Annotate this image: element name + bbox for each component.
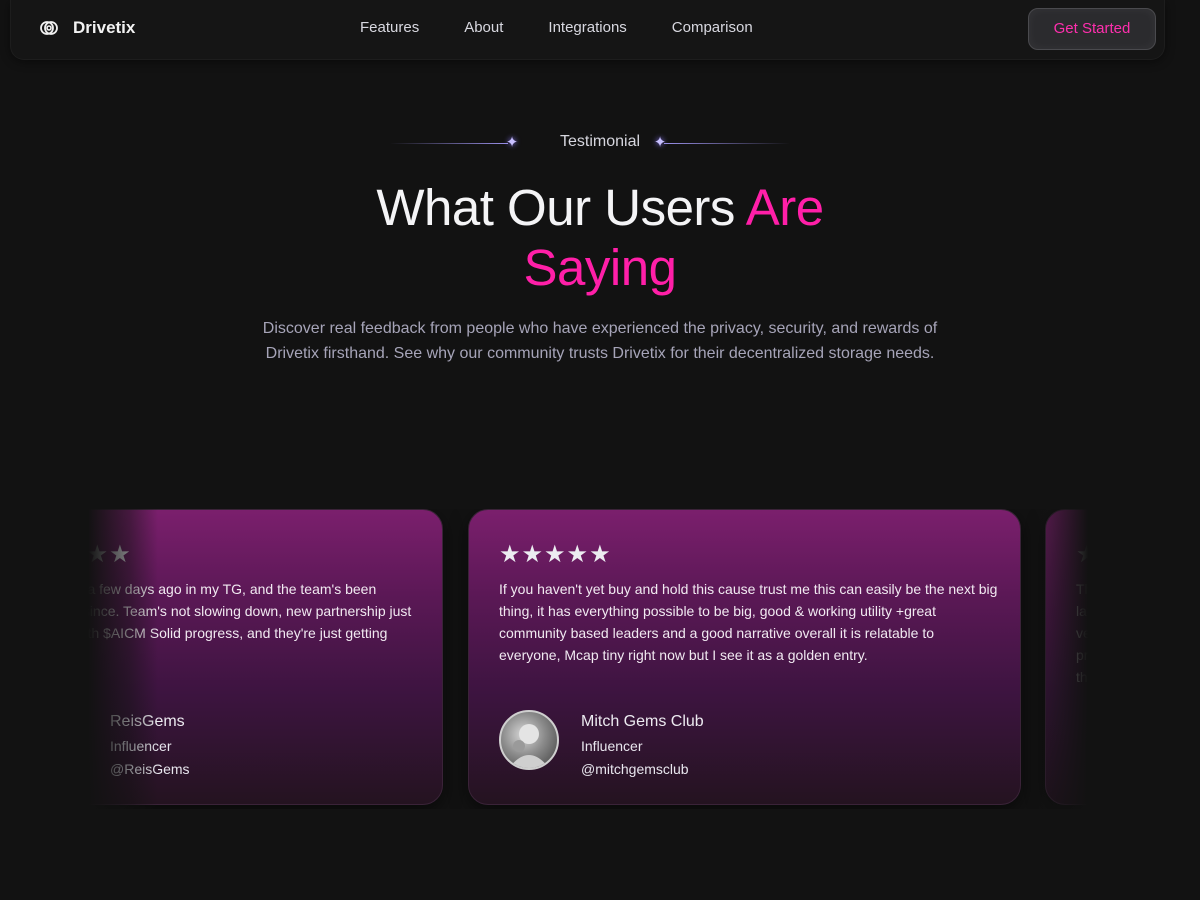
testimonial-card: ★★★★★ DRIVETIX a few days ago in my TG, …: [88, 509, 443, 805]
author-name: ReisGems: [110, 713, 185, 730]
section-description: Discover real feedback from people who h…: [262, 320, 938, 362]
divider-line-right: [664, 143, 790, 144]
author-handle: @mitchgemsclub: [581, 761, 689, 777]
nav-links: Features About Integrations Comparison: [360, 19, 798, 36]
star-icon: ★: [109, 541, 132, 568]
section-title: What Our Users Are Saying: [0, 178, 1200, 298]
author-name: Mitch Gems Club: [581, 713, 704, 730]
testimonial-quote: If you haven't yet buy and hold this cau…: [499, 581, 998, 663]
author-role: Influencer: [581, 738, 643, 754]
title-white-part: What Our Users: [376, 179, 746, 236]
testimonial-carousel[interactable]: ★★★★★ DRIVETIX a few days ago in my TG, …: [88, 509, 1088, 809]
star-icon: ★: [88, 541, 110, 568]
star-icon: ★: [566, 541, 590, 568]
testimonial-card: ★★★★★ The team is always launching and b…: [1045, 509, 1088, 805]
brand-name: Drivetix: [73, 18, 136, 37]
section-eyebrow: Testimonial: [0, 133, 1200, 151]
page: Drivetix Features About Integrations Com…: [0, 0, 1200, 900]
testimonial-quote: DRIVETIX a few days ago in my TG, and th…: [88, 581, 412, 641]
nav-link-about[interactable]: About: [464, 19, 503, 36]
star-icon: ★: [544, 541, 567, 568]
author-role: Influencer: [110, 738, 172, 754]
avatar: [499, 710, 559, 770]
nav-link-comparison[interactable]: Comparison: [672, 19, 753, 36]
rating-stars: ★★★★★: [88, 540, 132, 569]
brand[interactable]: Drivetix: [39, 18, 135, 38]
star-icon: ★: [521, 541, 545, 568]
drivetix-logo-icon: [39, 18, 59, 38]
navbar: Drivetix Features About Integrations Com…: [10, 0, 1165, 60]
get-started-button[interactable]: Get Started: [1028, 8, 1156, 50]
nav-link-features[interactable]: Features: [360, 19, 419, 36]
title-pink-part-1: Are: [745, 179, 824, 236]
rating-stars: ★★★★★: [499, 540, 612, 569]
testimonial-quote: The team is always launching and buildin…: [1076, 581, 1088, 685]
testimonial-card-active: ★★★★★ If you haven't yet buy and hold th…: [468, 509, 1021, 805]
nav-link-integrations[interactable]: Integrations: [548, 19, 626, 36]
author-handle: @ReisGems: [110, 761, 190, 777]
title-pink-part-2: Saying: [523, 239, 677, 296]
eyebrow-label: Testimonial: [559, 133, 641, 150]
rating-stars: ★★★★★: [1076, 540, 1088, 569]
star-icon: ★: [1076, 541, 1088, 568]
star-icon: ★: [499, 541, 522, 568]
star-icon: ★: [589, 541, 612, 568]
